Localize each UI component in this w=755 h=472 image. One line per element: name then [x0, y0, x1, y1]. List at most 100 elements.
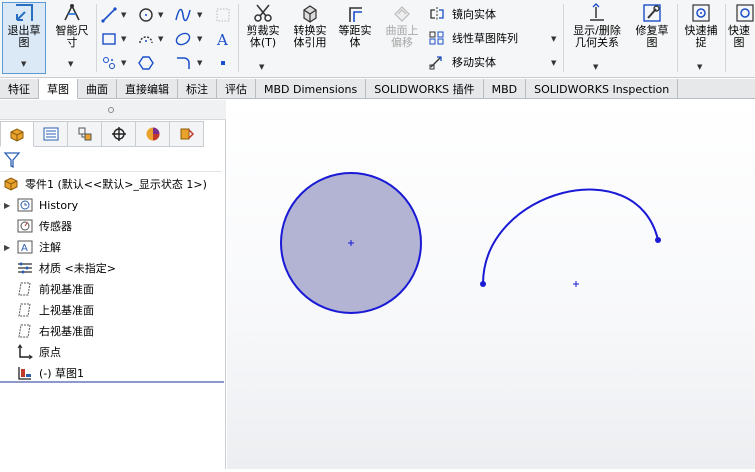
smart-dimension-label: 智能尺 寸 — [55, 24, 89, 49]
arc-dropdown-icon[interactable]: ▼ — [158, 35, 163, 43]
rectangle-tool-icon[interactable] — [100, 30, 118, 48]
tree-item-material[interactable]: 材质 <未指定> — [16, 258, 116, 278]
tree-item-history[interactable]: ▶ History — [4, 195, 78, 215]
linear-pattern-button[interactable]: 线性草图阵列 — [428, 28, 518, 48]
fillet-tool-icon[interactable] — [174, 54, 192, 72]
mirror-label: 镜向实体 — [452, 8, 496, 21]
trim-entities-button[interactable]: 剪裁实 体(T) — [242, 2, 284, 49]
expand-arrow-icon[interactable]: ▶ — [4, 201, 16, 210]
spline-tool-icon[interactable] — [174, 6, 192, 24]
quick-snaps-dropdown-icon[interactable]: ▼ — [697, 63, 702, 71]
tab-8[interactable]: MBD — [484, 79, 527, 99]
expand-arrow-icon[interactable]: ▶ — [4, 243, 16, 252]
arc-tool-icon[interactable] — [137, 30, 155, 48]
tab-9[interactable]: SOLIDWORKS Inspection — [526, 79, 679, 99]
quick-view-button[interactable]: 快速 图 — [728, 2, 755, 49]
tree-item-origin[interactable]: 原点 — [16, 342, 61, 362]
line-tool-icon[interactable] — [100, 6, 118, 24]
tab-6[interactable]: MBD Dimensions — [256, 79, 367, 99]
tree-root-part[interactable]: 零件1 (默认<<默认>_显示状态 1>) — [2, 174, 207, 194]
sketch-canvas[interactable] — [227, 100, 755, 469]
relations-dropdown-icon[interactable]: ▼ — [593, 63, 598, 71]
exit-sketch-dropdown-icon[interactable]: ▼ — [21, 60, 26, 68]
exit-sketch-button[interactable]: 退出草 图 — [4, 2, 44, 49]
configuration-manager-icon — [78, 127, 91, 141]
tree-item-label: 材质 <未指定> — [39, 262, 116, 275]
command-manager-ribbon: 退出草 图 ▼ 智能尺 寸 ▼ ▼ ▼ ▼ ▼ ▼ ▼ A ▼ ▼ 剪裁实 体(… — [0, 0, 755, 78]
ribbon-separator — [677, 4, 678, 72]
offset-entities-label: 等距实 体 — [338, 24, 372, 49]
graphics-area[interactable] — [227, 100, 755, 469]
tab-4[interactable]: 标注 — [178, 79, 217, 99]
tree-item-label: 传感器 — [39, 220, 72, 233]
feature-manager-panel: 零件1 (默认<<默认>_显示状态 1>) ▶ History 传感器 ▶ A … — [0, 100, 226, 469]
filter-icon[interactable] — [3, 151, 21, 169]
fillet-dropdown-icon[interactable]: ▼ — [197, 59, 202, 67]
filter-bar[interactable] — [0, 148, 222, 172]
part-icon — [4, 177, 18, 191]
rectangle-dropdown-icon[interactable]: ▼ — [121, 35, 126, 43]
tree-item-front-plane[interactable]: 前视基准面 — [16, 279, 94, 299]
tab-feature-manager[interactable] — [0, 121, 34, 147]
tab-dimxpert-manager[interactable] — [102, 121, 136, 147]
smart-dimension-button[interactable]: 智能尺 寸 — [50, 2, 94, 49]
line-dropdown-icon[interactable]: ▼ — [121, 11, 126, 19]
tab-property-manager[interactable] — [34, 121, 68, 147]
slot-tool-icon[interactable] — [100, 54, 118, 72]
tab-2[interactable]: 曲面 — [78, 79, 117, 99]
tab-3[interactable]: 直接编辑 — [117, 79, 178, 99]
tab-1[interactable]: 草图 — [39, 79, 78, 99]
tree-item-top-plane[interactable]: 上视基准面 — [16, 300, 94, 320]
tree-item-right-plane[interactable]: 右视基准面 — [16, 321, 94, 341]
splitter-grip-icon[interactable] — [108, 107, 114, 113]
smart-dimension-dropdown-icon[interactable]: ▼ — [68, 60, 73, 68]
plane-icon — [18, 282, 31, 296]
tab-7[interactable]: SOLIDWORKS 插件 — [366, 79, 484, 99]
quick-snaps-button[interactable]: 快速捕 捉 — [680, 2, 722, 49]
tree-item-sketch1[interactable]: (-) 草图1 — [16, 363, 84, 383]
rollback-bar[interactable] — [0, 381, 224, 383]
spline-dropdown-icon[interactable]: ▼ — [197, 11, 202, 19]
arc-center-point[interactable] — [573, 281, 579, 287]
tree-item-annotations[interactable]: ▶ A 注解 — [4, 237, 61, 257]
svg-text:A: A — [21, 243, 28, 254]
offset-entities-button[interactable]: 等距实 体 — [334, 2, 376, 49]
text-tool-icon[interactable]: A — [214, 30, 232, 48]
circle-tool-icon[interactable] — [137, 6, 155, 24]
smart-dimension-icon — [64, 4, 80, 21]
circle-dropdown-icon[interactable]: ▼ — [158, 11, 163, 19]
slot-dropdown-icon[interactable]: ▼ — [121, 59, 126, 67]
arc-endpoint[interactable] — [480, 281, 486, 287]
move-dropdown-icon[interactable]: ▼ — [551, 59, 556, 67]
point-tool-icon[interactable] — [214, 54, 232, 72]
sketch-arc[interactable] — [482, 188, 659, 285]
linear-pattern-dropdown-icon[interactable]: ▼ — [551, 35, 556, 43]
svg-text:A: A — [216, 31, 228, 47]
ribbon-separator — [563, 4, 564, 72]
surface-offset-button[interactable]: 曲面上 偏移 — [380, 2, 424, 49]
ellipse-dropdown-icon[interactable]: ▼ — [197, 35, 202, 43]
display-delete-relations-label: 显示/删除 几何关系 — [573, 24, 621, 49]
annotations-icon: A — [17, 240, 33, 254]
tree-item-sensors[interactable]: 传感器 — [16, 216, 72, 236]
repair-sketch-button[interactable]: 修复草 图 — [630, 2, 674, 49]
tab-configuration-manager[interactable] — [68, 121, 102, 147]
linear-pattern-icon — [429, 31, 444, 45]
trim-icon — [254, 4, 272, 22]
mirror-entities-button[interactable]: 镜向实体 — [428, 4, 496, 24]
quick-view-label: 快速 图 — [728, 24, 750, 49]
move-entities-button[interactable]: 移动实体 — [428, 52, 496, 72]
ellipse-tool-icon[interactable] — [174, 30, 192, 48]
tab-display-manager[interactable] — [136, 121, 170, 147]
tab-0[interactable]: 特征 — [0, 79, 39, 99]
tab-5[interactable]: 评估 — [217, 79, 256, 99]
polygon-tool-icon[interactable] — [137, 54, 155, 72]
tab-appearance[interactable] — [170, 121, 204, 147]
trim-dropdown-icon[interactable]: ▼ — [259, 63, 264, 71]
display-delete-relations-button[interactable]: 显示/删除 几何关系 — [566, 2, 628, 49]
arc-endpoint[interactable] — [655, 237, 661, 243]
convert-entities-button[interactable]: 转换实 体引用 — [288, 2, 332, 49]
panel-splitter[interactable] — [0, 100, 226, 120]
dimxpert-icon — [111, 127, 126, 141]
ribbon-separator — [238, 4, 239, 72]
